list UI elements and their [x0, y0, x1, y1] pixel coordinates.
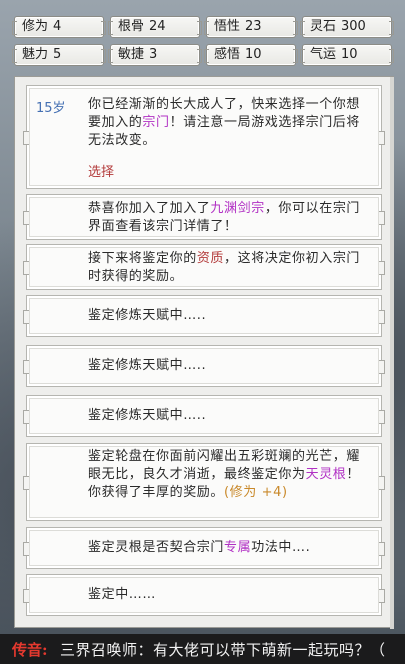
log-entry: 15岁 你已经渐渐的长大成人了，快来选择一个你想要加入的宗门！请注意一局游戏选择… [23, 85, 385, 189]
stat-label: 感悟 [214, 47, 241, 62]
stat-value: 10 [341, 47, 358, 62]
log-entry: 鉴定修炼天赋中….. [23, 295, 385, 337]
stat-label: 气运 [310, 47, 337, 62]
stat-label: 悟性 [214, 19, 241, 34]
stat-agility: 敏捷 3 [108, 44, 202, 66]
log-entry: 鉴定灵根是否契合宗门专属功法中…. [23, 527, 385, 569]
stat-label: 魅力 [22, 47, 49, 62]
stat-value: 23 [245, 19, 262, 34]
stat-spirit-stone: 灵石 300 [300, 16, 394, 38]
stat-luck: 气运 10 [300, 44, 394, 66]
stat-insight: 感悟 10 [204, 44, 298, 66]
reward-bonus: (修为 +4) [224, 485, 288, 500]
log-text: 接下来将鉴定你的资质，这将决定你初入宗门时获得的奖励。 [88, 250, 365, 286]
stat-charm: 魅力 5 [12, 44, 106, 66]
stat-cultivation: 修为 4 [12, 16, 106, 38]
sect-name-highlight: 九渊剑宗 [210, 201, 265, 216]
choose-sect-link[interactable]: 选择 [88, 164, 114, 182]
aptitude-highlight: 资质 [196, 251, 225, 266]
log-text: 你已经渐渐的长大成人了，快来选择一个你想要加入的宗门！请注意一局游戏选择宗门后将… [88, 96, 365, 150]
stat-value: 10 [245, 47, 262, 62]
text-part: 鉴定灵根是否契合宗门 [88, 540, 225, 555]
log-text: 鉴定灵根是否契合宗门专属功法中…. [88, 539, 365, 557]
log-entry: 鉴定修炼天赋中….. [23, 395, 385, 437]
stat-value: 5 [53, 47, 62, 62]
stat-label: 修为 [22, 19, 49, 34]
event-log-panel[interactable]: 15岁 你已经渐渐的长大成人了，快来选择一个你想要加入的宗门！请注意一局游戏选择… [14, 76, 394, 629]
log-text: 鉴定修炼天赋中….. [88, 408, 207, 423]
log-text: 鉴定中…… [88, 587, 156, 602]
text-part: 功法中…. [251, 540, 311, 555]
stat-label: 敏捷 [118, 47, 145, 62]
stat-comprehension: 悟性 23 [204, 16, 298, 38]
spirit-root-highlight: 天灵根 [305, 467, 347, 482]
stat-value: 4 [53, 19, 62, 34]
stats-grid: 修为 4 根骨 24 悟性 23 灵石 300 魅力 5 敏捷 3 感悟 10 气运 10 [12, 16, 394, 68]
text-part: 接下来将鉴定你的 [88, 251, 197, 266]
stat-label: 根骨 [118, 19, 145, 34]
broadcast-message: 三界召唤师：有大佬可以带下萌新一起玩吗？（ [60, 640, 386, 659]
text-part: 恭喜你加入了加入了 [88, 201, 211, 216]
log-entry: 恭喜你加入了加入了九渊剑宗，你可以在宗门界面查看该宗门详情了！ [23, 194, 385, 240]
stat-value: 24 [149, 19, 166, 34]
log-text: 鉴定修炼天赋中….. [88, 358, 207, 373]
log-text: 恭喜你加入了加入了九渊剑宗，你可以在宗门界面查看该宗门详情了！ [88, 200, 365, 236]
stat-bone: 根骨 24 [108, 16, 202, 38]
log-entry: 鉴定轮盘在你面前闪耀出五彩斑斓的光芒，耀眼无比，良久才消逝，最终鉴定你为天灵根！… [23, 443, 385, 521]
stat-value: 300 [341, 19, 366, 34]
log-text: 鉴定修炼天赋中….. [88, 308, 207, 323]
log-entry: 接下来将鉴定你的资质，这将决定你初入宗门时获得的奖励。 [23, 244, 385, 290]
stat-value: 3 [149, 47, 158, 62]
log-entry: 鉴定中…… [23, 574, 385, 616]
log-entry: 鉴定修炼天赋中….. [23, 345, 385, 387]
stat-label: 灵石 [310, 19, 337, 34]
exclusive-highlight: 专属 [224, 540, 252, 555]
broadcast-bar[interactable]: 传音: 三界召唤师：有大佬可以带下萌新一起玩吗？（ [0, 634, 405, 664]
log-scrollbar[interactable] [390, 77, 394, 629]
broadcast-tag: 传音: [12, 640, 48, 659]
sect-highlight: 宗门 [142, 115, 170, 130]
age-label: 15岁 [36, 101, 66, 116]
log-text: 鉴定轮盘在你面前闪耀出五彩斑斓的光芒，耀眼无比，良久才消逝，最终鉴定你为天灵根！… [88, 448, 365, 502]
